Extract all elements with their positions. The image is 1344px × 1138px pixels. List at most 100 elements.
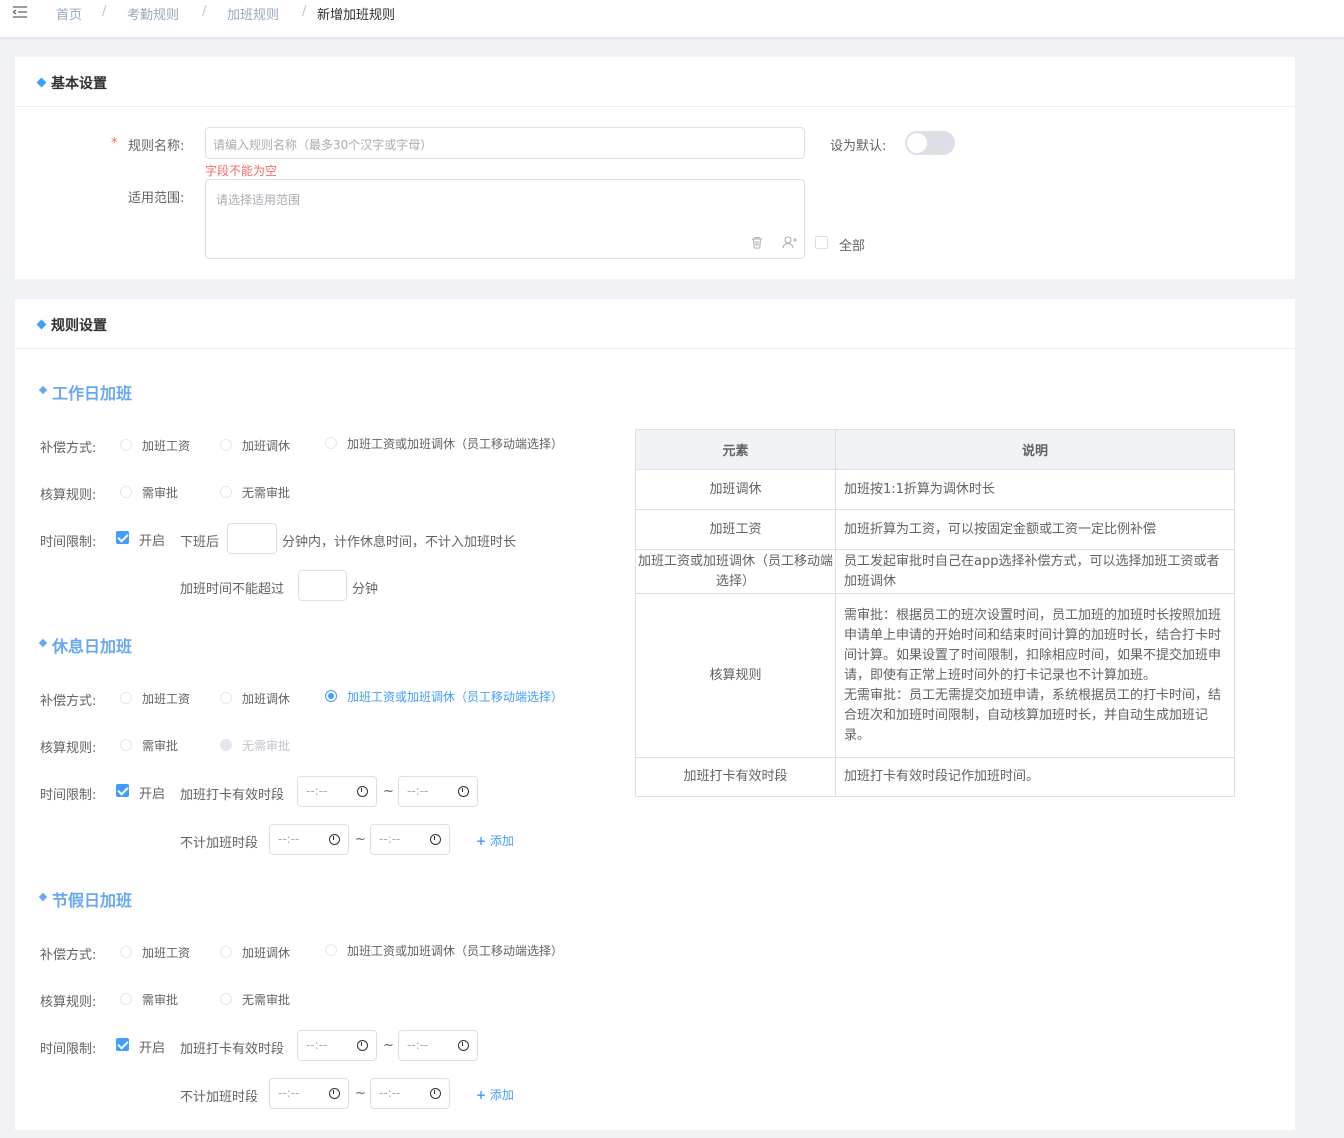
holiday-enable-checkbox[interactable]	[116, 1038, 129, 1051]
table-cell: 加班调休	[635, 469, 836, 510]
rule-name-input[interactable]: 请编入规则名称（最多30个汉字或字母）	[205, 127, 805, 159]
time-placeholder: --:--	[407, 1038, 429, 1052]
after-work-minutes-input[interactable]	[227, 523, 277, 554]
table-cell: 加班工资或加班调休（员工移动端选择）	[635, 549, 836, 594]
add-label: 添加	[489, 834, 514, 848]
minutes-label: 分钟	[352, 582, 379, 597]
workday-section-title: 工作日加班	[52, 384, 133, 403]
workday-radio-noapproval[interactable]	[220, 486, 232, 498]
plus-icon: +	[476, 834, 487, 848]
restday-radio-approval[interactable]	[120, 739, 132, 751]
radio-label: 加班调休	[242, 439, 291, 453]
holiday-exclude-end-time[interactable]: --:--	[370, 1078, 450, 1109]
holiday-radio-noapproval[interactable]	[220, 993, 232, 1005]
restday-section-title: 休息日加班	[52, 637, 133, 656]
breadcrumb-current: 新增加班规则	[317, 8, 396, 23]
clock-icon	[329, 1088, 340, 1099]
restday-valid-start-time[interactable]: --:--	[297, 776, 377, 807]
breadcrumb-separator: /	[102, 4, 107, 19]
all-label: 全部	[839, 239, 866, 254]
radio-label: 加班工资	[142, 692, 191, 706]
table-row: 加班打卡有效时段 加班打卡有效时段记作加班时间。	[635, 757, 1235, 797]
radio-label: 加班调休	[242, 946, 291, 960]
breadcrumb-home[interactable]: 首页	[56, 4, 82, 23]
radio-label: 加班工资或加班调休（员工移动端选择）	[347, 690, 564, 704]
workday-enable-checkbox[interactable]	[116, 531, 129, 544]
card-title: 基本设置	[51, 76, 107, 92]
time-placeholder: --:--	[306, 784, 328, 798]
workday-radio-salary[interactable]	[120, 439, 132, 451]
exclude-period-label: 不计加班时段	[180, 836, 259, 851]
add-user-icon[interactable]	[782, 236, 798, 249]
radio-label: 需审批	[142, 993, 179, 1007]
diamond-icon	[36, 77, 47, 88]
workday-radio-either[interactable]	[325, 437, 337, 449]
table-cell: 加班工资	[635, 509, 836, 550]
clock-icon	[458, 786, 469, 797]
radio-label: 无需审批	[242, 486, 291, 500]
workday-radio-leave[interactable]	[220, 439, 232, 451]
table-header: 元素	[635, 429, 836, 470]
add-label: 添加	[489, 1088, 514, 1102]
valid-period-label: 加班打卡有效时段	[180, 788, 285, 803]
radio-label: 加班调休	[242, 692, 291, 706]
radio-label: 需审批	[142, 739, 179, 753]
all-checkbox[interactable]	[815, 236, 828, 249]
holiday-radio-salary[interactable]	[120, 946, 132, 958]
valid-period-label: 加班打卡有效时段	[180, 1042, 285, 1057]
clock-icon	[430, 1088, 441, 1099]
holiday-radio-either[interactable]	[325, 944, 337, 956]
tilde: ~	[383, 784, 394, 799]
holiday-add-button[interactable]: + 添加	[476, 1086, 514, 1103]
rule-settings-card: 规则设置 工作日加班 补偿方式: 加班工资 加班调休 加班工资或加班调休（员工移…	[15, 299, 1295, 1130]
clock-icon	[329, 834, 340, 845]
restday-valid-end-time[interactable]: --:--	[398, 776, 478, 807]
default-switch[interactable]	[905, 131, 955, 155]
table-header-row: 元素 说明	[635, 429, 1235, 470]
comp-label: 补偿方式:	[40, 948, 97, 963]
max-minutes-input[interactable]	[298, 570, 347, 601]
table-row: 核算规则 需审批：根据员工的班次设置时间，员工加班的加班时长按照加班申请单上申请…	[635, 593, 1235, 758]
restday-enable-checkbox[interactable]	[116, 784, 129, 797]
holiday-valid-start-time[interactable]: --:--	[297, 1030, 377, 1061]
restday-radio-either[interactable]	[325, 690, 337, 702]
section-diamond-icon	[38, 638, 48, 648]
trash-icon[interactable]	[751, 236, 763, 249]
restday-radio-leave[interactable]	[220, 692, 232, 704]
holiday-exclude-start-time[interactable]: --:--	[269, 1078, 349, 1109]
calc-label: 核算规则:	[40, 488, 97, 503]
restday-radio-salary[interactable]	[120, 692, 132, 704]
table-cell: 加班打卡有效时段	[635, 757, 836, 797]
holiday-valid-end-time[interactable]: --:--	[398, 1030, 478, 1061]
radio-label: 加班工资或加班调休（员工移动端选择）	[347, 944, 564, 958]
holiday-radio-leave[interactable]	[220, 946, 232, 958]
scope-label: 适用范围:	[128, 191, 185, 206]
clock-icon	[357, 1040, 368, 1051]
time-placeholder: --:--	[278, 1086, 300, 1100]
scope-input[interactable]: 请选择适用范围	[205, 179, 805, 259]
restday-add-button[interactable]: + 添加	[476, 832, 514, 849]
restday-exclude-end-time[interactable]: --:--	[370, 824, 450, 855]
table-cell: 核算规则	[635, 593, 836, 758]
holiday-section-title: 节假日加班	[52, 891, 133, 910]
menu-fold-icon[interactable]	[12, 4, 28, 20]
radio-label: 加班工资	[142, 946, 191, 960]
placeholder-text: 请编入规则名称（最多30个汉字或字母）	[213, 138, 433, 152]
table-cell: 加班折算为工资，可以按固定金额或工资一定比例补偿	[835, 509, 1235, 550]
table-row: 加班调休 加班按1:1折算为调休时长	[635, 469, 1235, 510]
restday-radio-noapproval	[220, 739, 232, 751]
card-header: 基本设置	[15, 57, 1295, 107]
tilde: ~	[355, 1086, 366, 1101]
enable-label: 开启	[139, 787, 166, 802]
tilde: ~	[383, 1038, 394, 1053]
breadcrumb-separator: /	[202, 4, 207, 19]
breadcrumb-attendance-rules[interactable]: 考勤规则	[127, 4, 179, 23]
diamond-icon	[36, 319, 47, 330]
time-placeholder: --:--	[306, 1038, 328, 1052]
within-text: 分钟内，计作休息时间，不计入加班时长	[282, 535, 517, 550]
breadcrumb-overtime-rules[interactable]: 加班规则	[227, 4, 279, 23]
workday-radio-approval[interactable]	[120, 486, 132, 498]
table-row: 加班工资 加班折算为工资，可以按固定金额或工资一定比例补偿	[635, 509, 1235, 550]
restday-exclude-start-time[interactable]: --:--	[269, 824, 349, 855]
holiday-radio-approval[interactable]	[120, 993, 132, 1005]
